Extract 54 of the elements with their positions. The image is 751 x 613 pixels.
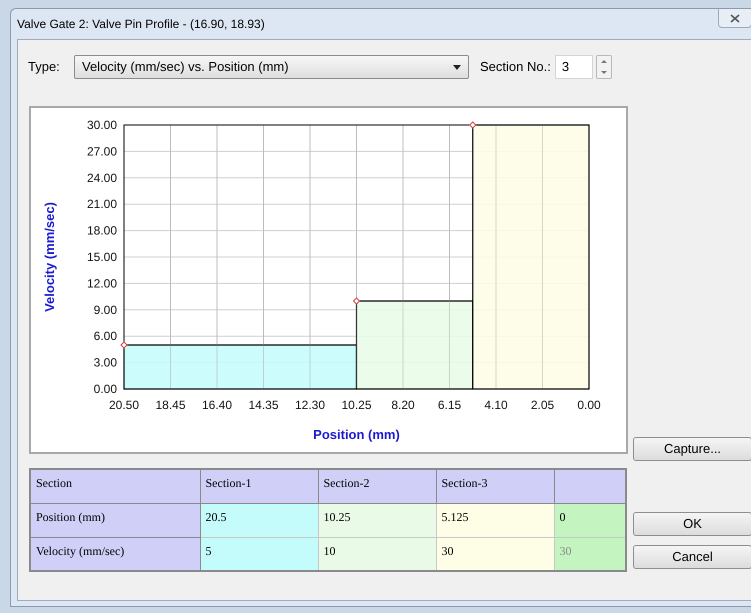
y-tick-label: 18.00	[86, 224, 117, 238]
type-label: Type:	[28, 58, 61, 76]
y-tick-label: 27.00	[86, 144, 117, 158]
row-header: Position (mm)	[30, 503, 200, 537]
y-tick-label: 0.00	[94, 382, 117, 396]
y-tick-label: 9.00	[94, 302, 117, 317]
x-tick-label: 20.50	[108, 398, 140, 412]
table-cell[interactable]: 0	[554, 503, 626, 537]
cancel-button[interactable]: Cancel	[633, 545, 751, 569]
row-header: Velocity (mm/sec)	[30, 537, 200, 571]
dropdown-arrow-icon	[453, 64, 461, 70]
section-number-label: Section No.:	[480, 58, 551, 76]
y-tick-label: 15.00	[86, 250, 117, 264]
x-tick-label: 2.05	[530, 398, 554, 412]
down-arrow-icon	[600, 71, 607, 74]
y-tick-label: 30.00	[86, 118, 117, 132]
type-dropdown[interactable]: Velocity (mm/sec) vs. Position (mm)	[74, 55, 469, 79]
y-tick-label: 12.00	[86, 276, 117, 290]
x-tick-label: 4.10	[484, 398, 508, 412]
column-header: Section	[30, 469, 200, 503]
column-header: Section-2	[318, 469, 436, 503]
table-cell[interactable]: 20.5	[200, 503, 318, 537]
x-tick-label: 8.20	[391, 398, 415, 412]
x-tick-label: 12.30	[294, 398, 326, 412]
table-cell[interactable]: 30	[436, 537, 554, 571]
table-cell[interactable]: 5	[200, 537, 318, 571]
point-marker	[120, 341, 128, 349]
x-tick-label: 16.40	[202, 398, 232, 412]
close-button[interactable]	[718, 9, 751, 28]
x-axis-title: Position (mm)	[313, 427, 400, 442]
y-tick-label: 6.00	[94, 329, 117, 344]
ok-button[interactable]: OK	[633, 512, 751, 536]
x-tick-label: 18.45	[155, 398, 186, 412]
table-cell[interactable]: 10	[318, 537, 436, 571]
x-tick-label: 6.15	[438, 398, 462, 412]
y-tick-label: 3.00	[94, 356, 117, 370]
column-header: Section-3	[436, 469, 554, 503]
x-tick-label: 0.00	[577, 398, 601, 412]
spin-buttons[interactable]	[596, 55, 612, 79]
point-marker	[469, 121, 476, 129]
x-tick-label: 14.35	[248, 398, 279, 412]
x-tick-label: 10.25	[341, 398, 372, 412]
y-tick-label: 21.00	[86, 197, 117, 212]
column-header: Section-1	[200, 469, 318, 503]
window-title: Valve Gate 2: Valve Pin Profile - (16.90, 18.93)	[17, 16, 265, 33]
section-number-field[interactable]: 3	[554, 55, 593, 79]
table-cell[interactable]: 5.125	[436, 503, 554, 537]
up-arrow-icon	[600, 60, 607, 63]
close-icon	[730, 14, 740, 22]
capture-button[interactable]: Capture...	[633, 437, 751, 461]
y-axis-title: Velocity (mm/sec)	[42, 202, 57, 312]
y-tick-label: 24.00	[86, 170, 117, 185]
table-cell[interactable]: 10.25	[318, 503, 436, 537]
point-marker	[352, 297, 360, 305]
